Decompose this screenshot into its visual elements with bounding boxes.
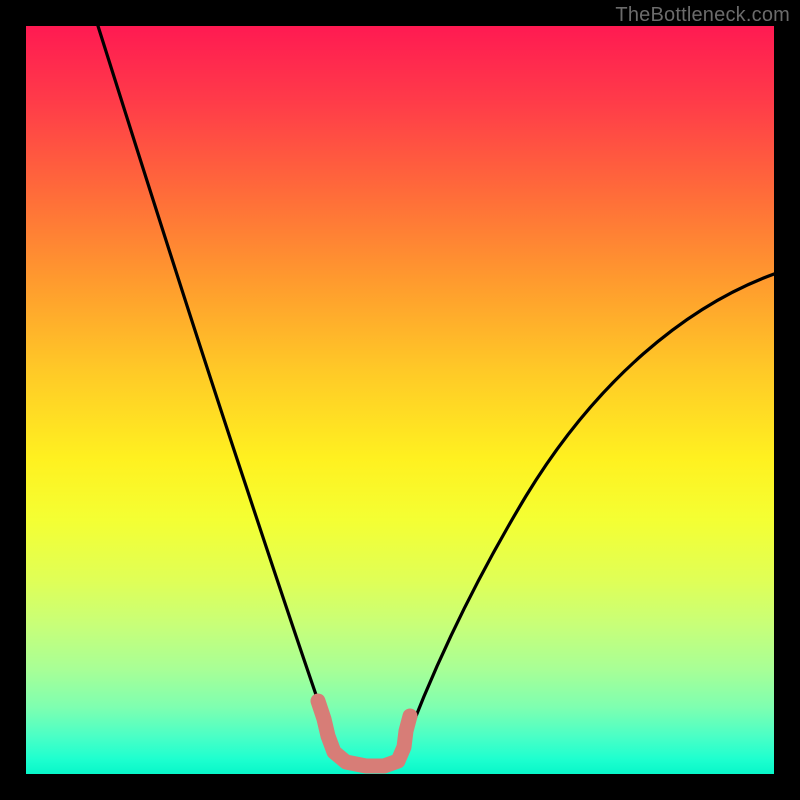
- curve-layer: [26, 26, 774, 774]
- watermark-text: TheBottleneck.com: [615, 4, 790, 27]
- highlight-segment: [318, 701, 410, 766]
- left-curve: [98, 26, 338, 758]
- plot-area: [26, 26, 774, 774]
- right-curve: [400, 274, 774, 758]
- chart-frame: TheBottleneck.com: [0, 0, 800, 800]
